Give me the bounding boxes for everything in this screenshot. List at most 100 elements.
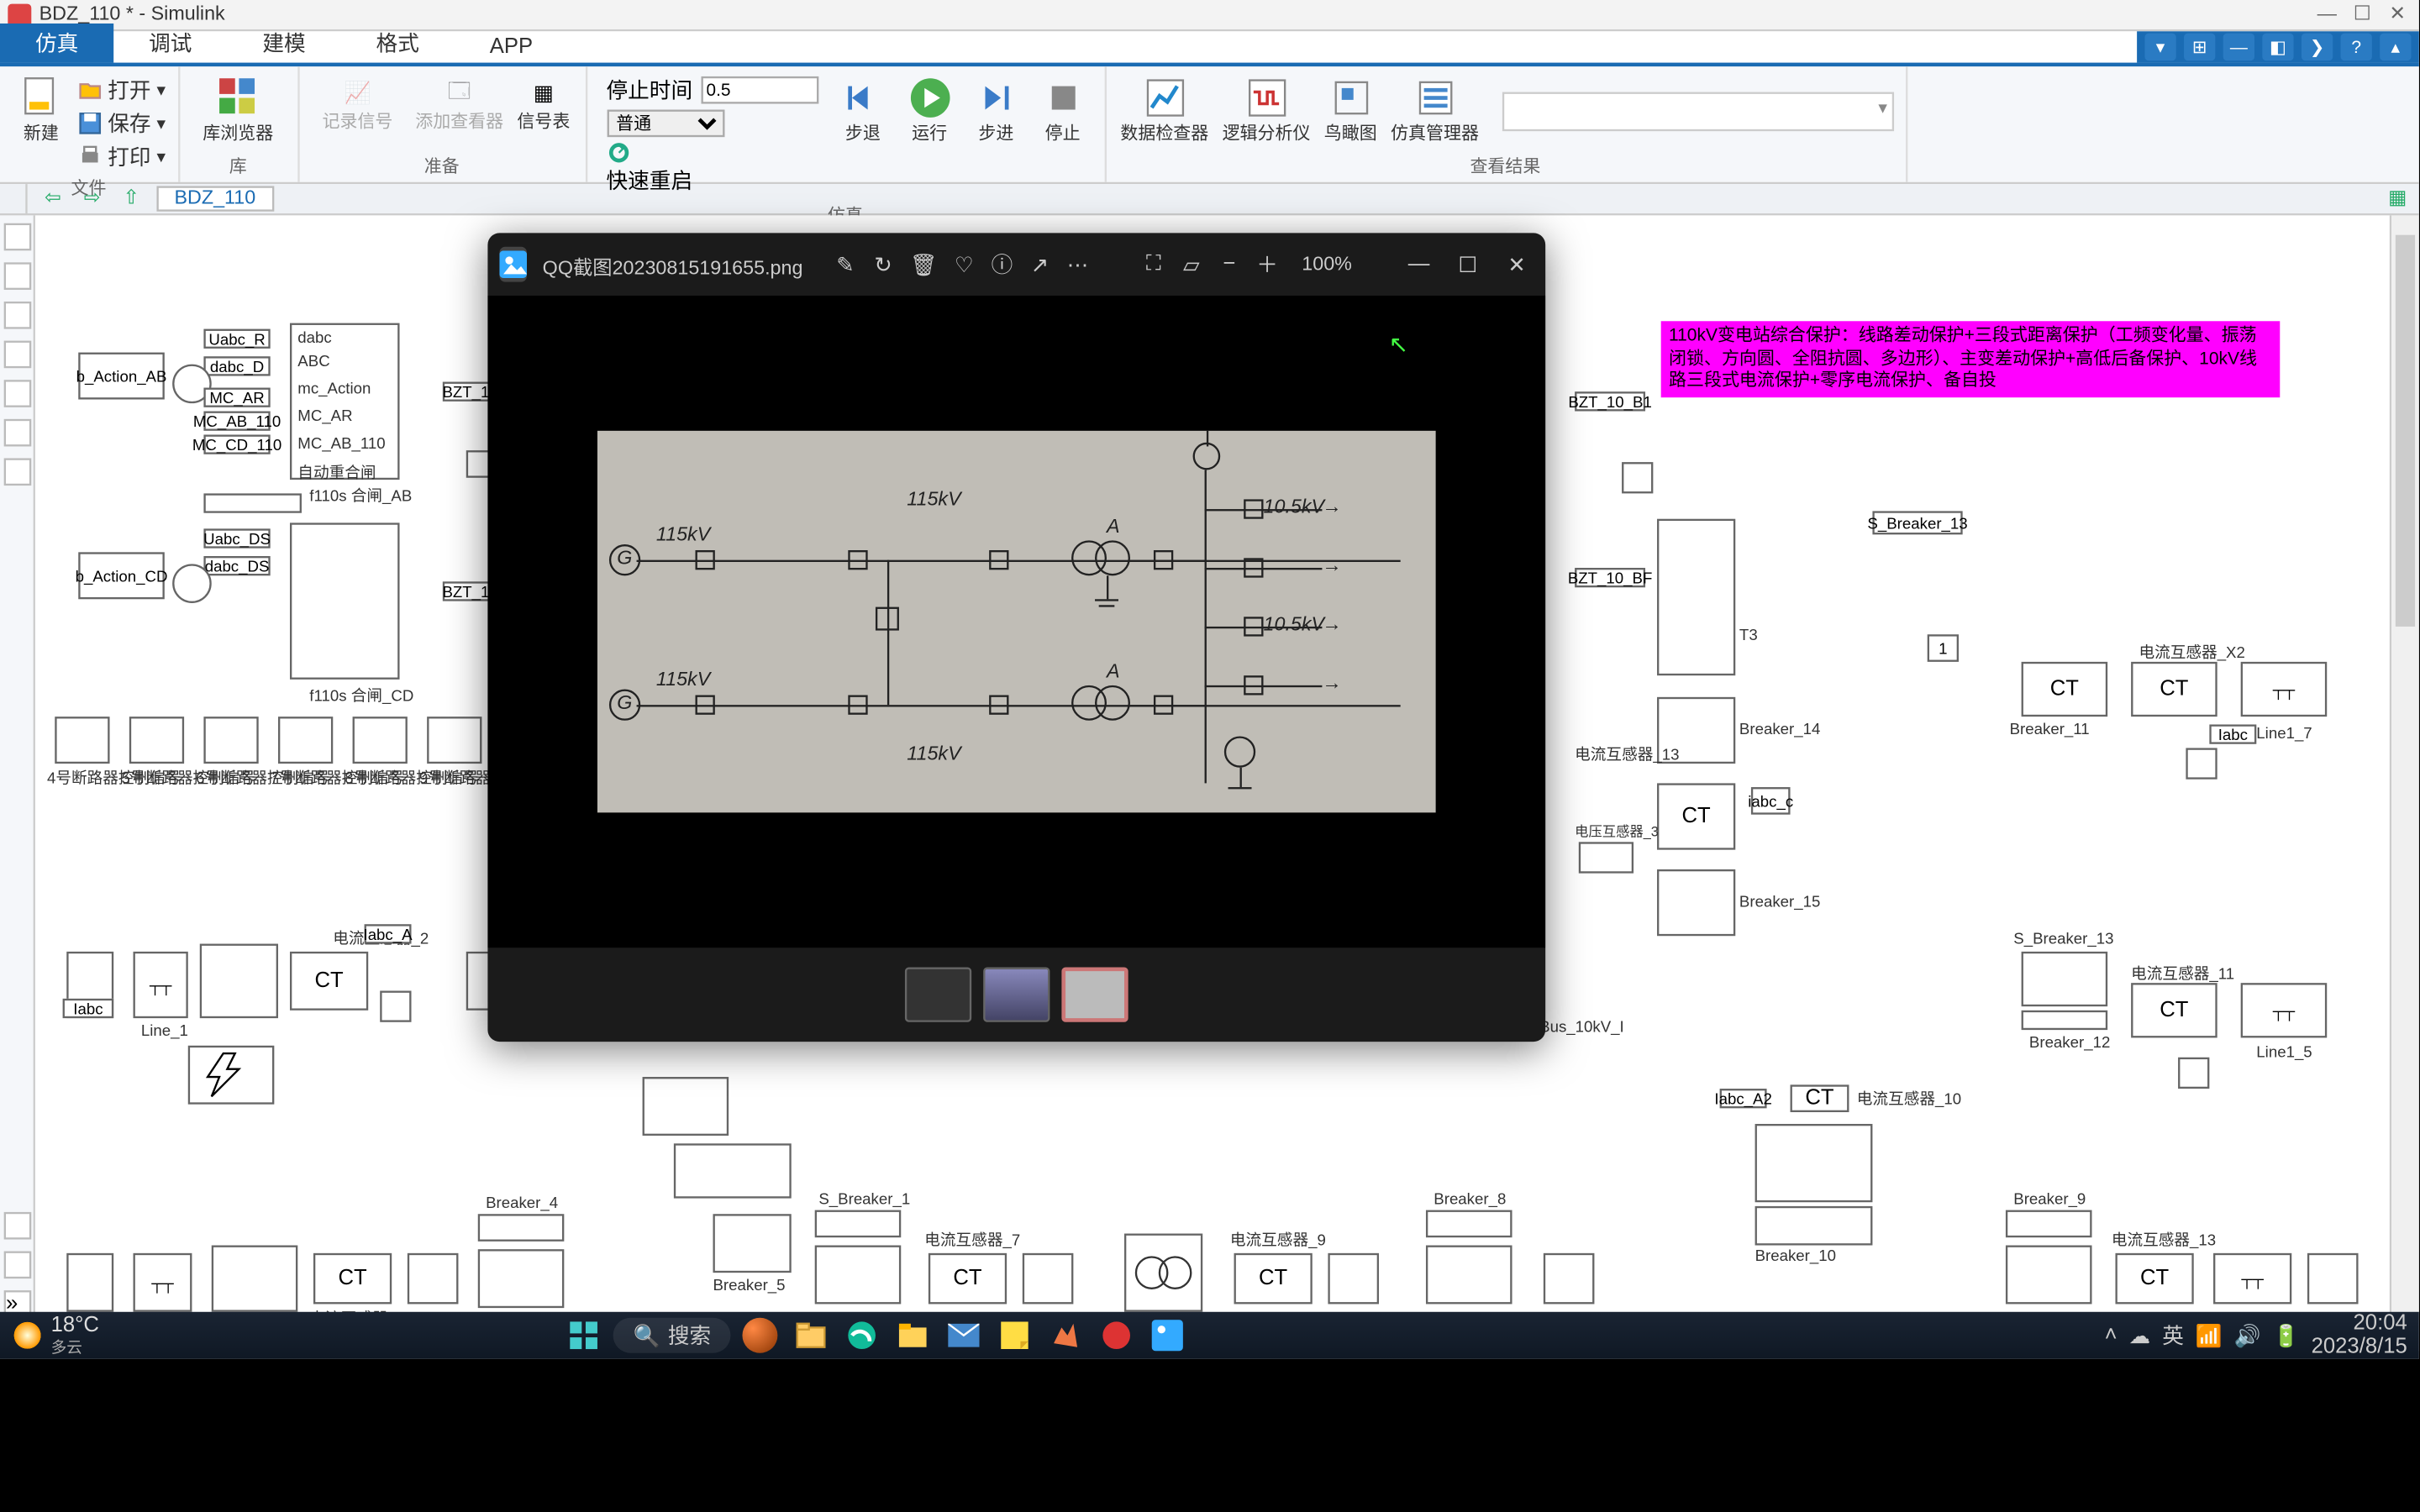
- tag-mc-ab-110[interactable]: MC_AB_110: [203, 412, 270, 431]
- block-breakerA[interactable]: [200, 944, 278, 1019]
- hide-panel-button[interactable]: ▦: [2384, 187, 2412, 211]
- tray-battery-icon[interactable]: 🔋: [2273, 1323, 2300, 1348]
- block-vm-b2[interactable]: [1023, 1253, 1074, 1305]
- tag-mc-ar[interactable]: MC_AR: [203, 388, 270, 407]
- tag-breaker12[interactable]: [2022, 1011, 2108, 1030]
- block-breaker4[interactable]: [478, 1249, 565, 1308]
- filmstrip-thumb-1[interactable]: [983, 968, 1050, 1022]
- block-vsense-3[interactable]: [1579, 842, 1634, 873]
- photos-favorite-button[interactable]: ♡: [953, 244, 975, 284]
- window-max-button[interactable]: ☐: [2349, 3, 2376, 26]
- palette-btn-bottom1[interactable]: [4, 1212, 32, 1240]
- palette-btn-4[interactable]: [4, 341, 32, 369]
- tray-ime[interactable]: 英: [2162, 1320, 2184, 1351]
- ribbon-collapse-button[interactable]: ▴: [2380, 34, 2411, 61]
- palette-btn-bottom2[interactable]: [4, 1252, 32, 1279]
- tray-chevron-icon[interactable]: ˄: [2105, 1324, 2118, 1347]
- tag-dabc-d[interactable]: dabc_D: [203, 356, 270, 375]
- photos-more-button[interactable]: ⋯: [1066, 244, 1088, 284]
- tag-uabc-ds[interactable]: Uabc_DS: [203, 528, 270, 548]
- ribbon-shortcut-3[interactable]: —: [2223, 34, 2254, 61]
- taskbar-search[interactable]: 🔍搜索: [613, 1318, 730, 1353]
- block-source-t3[interactable]: [1657, 519, 1735, 675]
- block-ct-b7[interactable]: CT: [929, 1253, 1007, 1305]
- taskbar-mail-icon[interactable]: [942, 1315, 985, 1355]
- photos-titlebar[interactable]: QQ截图20230815191655.png ✎ ↻ 🗑 ♡ ⓘ ↗ ⋯ ⛶ ▱…: [487, 233, 1545, 296]
- tab-debug[interactable]: 调试: [113, 24, 227, 63]
- annotation-note[interactable]: 110kV变电站综合保护：线路差动保护+三段式距离保护（工频变化量、振荡闭锁、方…: [1661, 321, 2281, 397]
- block-3ph-t[interactable]: [1755, 1124, 1873, 1202]
- taskbar-weather[interactable]: 18°C 多云: [0, 1313, 111, 1358]
- const-ctrl6[interactable]: [203, 717, 258, 764]
- photos-info-button[interactable]: ⓘ: [991, 244, 1013, 284]
- tag-uabc-r[interactable]: Uabc_R: [203, 329, 270, 349]
- ribbon-shortcut-4[interactable]: ◧: [2262, 34, 2293, 61]
- tag-iabc-c[interactable]: iabc_c: [1751, 787, 1791, 815]
- add-viewer-button[interactable]: 🗔添加查看器: [413, 71, 507, 133]
- tag-s-breaker-13[interactable]: S_Breaker_13: [1872, 511, 1962, 534]
- run-button[interactable]: 运行: [900, 71, 959, 144]
- photos-edit-button[interactable]: ✎: [834, 244, 856, 284]
- scope-r1[interactable]: [2186, 748, 2217, 779]
- tag-iabc2[interactable]: Iabc: [2209, 724, 2256, 743]
- sim-mode-select[interactable]: 普通: [607, 110, 724, 138]
- palette-btn-2[interactable]: [4, 262, 32, 290]
- review-gallery-dropdown[interactable]: ▾: [1502, 91, 1893, 130]
- block-t-mid[interactable]: [643, 1077, 729, 1136]
- tag-action-cd[interactable]: b_Action_CD: [78, 552, 165, 599]
- block-ct-b1[interactable]: CT: [313, 1253, 392, 1305]
- stop-button[interactable]: 停止: [1034, 71, 1092, 144]
- logic-analyzer-button[interactable]: 逻辑分析仪: [1219, 71, 1313, 144]
- tray-volume-icon[interactable]: 🔊: [2234, 1323, 2261, 1348]
- palette-btn-3[interactable]: [4, 302, 32, 329]
- fast-restart-button[interactable]: 快速重启: [607, 141, 818, 196]
- block-breaker15[interactable]: [1657, 869, 1735, 936]
- tag-bzt-10-gl[interactable]: BZT_10_B1: [1575, 391, 1645, 411]
- filmstrip-thumb-2[interactable]: [1061, 968, 1128, 1022]
- palette-btn-1[interactable]: [4, 223, 32, 251]
- window-min-button[interactable]: —: [2313, 3, 2341, 26]
- const-ctrl7[interactable]: [278, 717, 333, 764]
- tab-modeling[interactable]: 建模: [227, 24, 340, 63]
- block-breaker10[interactable]: [1755, 1206, 1873, 1246]
- block-ct-t3[interactable]: CT: [1657, 783, 1735, 849]
- save-button[interactable]: 保存 ▾: [78, 108, 166, 139]
- block-ct-r2[interactable]: [2022, 952, 2108, 1006]
- block-breaker5[interactable]: [713, 1214, 791, 1273]
- palette-btn-6[interactable]: [4, 419, 32, 447]
- block-line-r2[interactable]: ┬┬: [2241, 983, 2328, 1037]
- scope-a[interactable]: [380, 990, 411, 1021]
- block-fault[interactable]: [188, 1046, 275, 1105]
- mux-cd[interactable]: [172, 564, 212, 603]
- taskbar-explorer-icon[interactable]: [789, 1315, 832, 1355]
- tray-clock[interactable]: 20:04 2023/8/15: [2312, 1312, 2407, 1359]
- tag-mc-cd-110[interactable]: MC_CD_110: [203, 434, 270, 454]
- block-line-r1[interactable]: ┬┬: [2241, 662, 2328, 717]
- const-1[interactable]: 1: [1928, 634, 1959, 662]
- tag-breaker8[interactable]: [1426, 1210, 1512, 1238]
- tab-app[interactable]: APP: [455, 31, 568, 62]
- tag-breaker4-b[interactable]: [478, 1214, 565, 1242]
- ribbon-help-button[interactable]: ?: [2341, 34, 2372, 61]
- signal-table-button[interactable]: ▦信号表: [514, 71, 573, 133]
- block-line1[interactable]: ┬┬: [134, 952, 188, 1018]
- photos-share-button[interactable]: ↗: [1028, 244, 1050, 284]
- ribbon-shortcut-2[interactable]: ⊞: [2184, 34, 2215, 61]
- smallblk-r[interactable]: [1622, 462, 1653, 493]
- photos-zoom-in-button[interactable]: ＋: [1256, 244, 1278, 284]
- photos-rotate-button[interactable]: ↻: [872, 244, 894, 284]
- step-forward-button[interactable]: 步进: [966, 71, 1025, 144]
- block-vm-b3[interactable]: [1328, 1253, 1379, 1305]
- tag-s-breaker[interactable]: [815, 1210, 902, 1238]
- photos-max-button[interactable]: ☐: [1451, 243, 1485, 286]
- const-ctrl9[interactable]: [427, 717, 481, 764]
- birdseye-button[interactable]: 鸟瞰图: [1321, 71, 1380, 144]
- stop-time-input[interactable]: [700, 76, 818, 104]
- block-ct-r1[interactable]: CT: [2022, 662, 2108, 717]
- nav-up-button[interactable]: ⇧: [118, 187, 145, 211]
- sim-manager-button[interactable]: 仿真管理器: [1388, 71, 1482, 144]
- photos-fit-button[interactable]: ⛶: [1143, 244, 1165, 284]
- const-ctrl5[interactable]: [129, 717, 184, 764]
- tag-iabc-ai[interactable]: Iabc: [63, 999, 114, 1018]
- tag-iabc-a[interactable]: Iabc_A: [365, 924, 412, 943]
